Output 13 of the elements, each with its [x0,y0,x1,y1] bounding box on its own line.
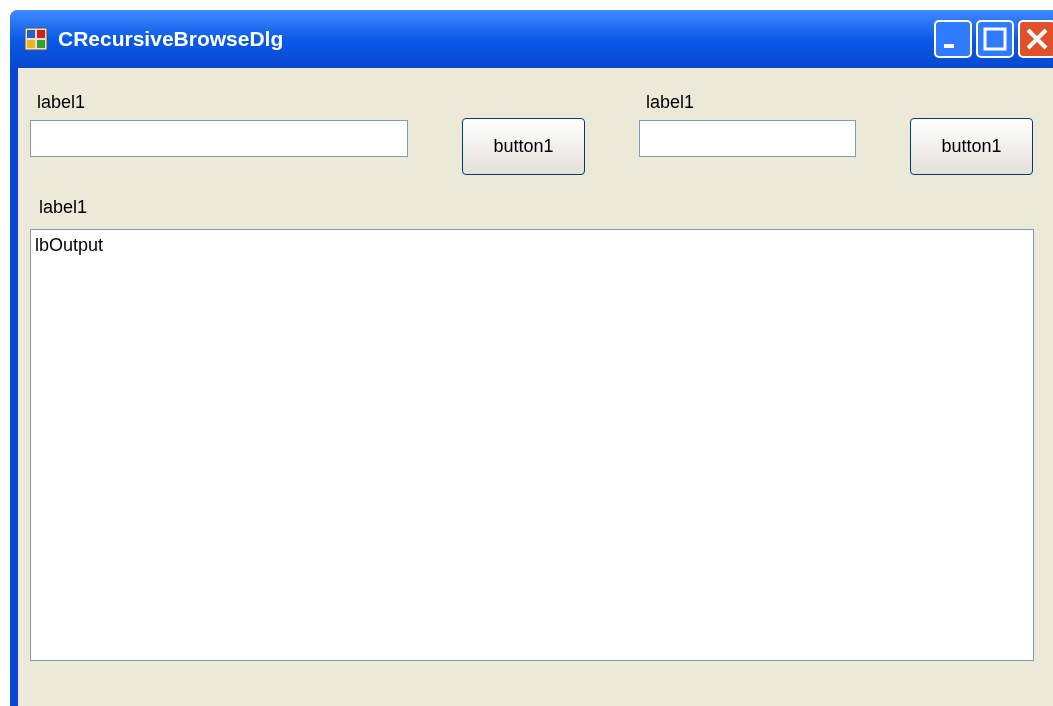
maximize-icon[interactable] [976,20,1014,58]
text-input[interactable] [30,120,408,157]
push-button[interactable]: button1 [462,118,585,175]
close-icon[interactable] [1018,20,1053,58]
minimize-icon[interactable] [934,20,972,58]
field-label: label1 [646,92,695,112]
push-button[interactable]: button1 [910,118,1033,175]
output-label: label1 [39,197,88,217]
field-label: label1 [37,92,86,112]
list-item[interactable]: lbOutput [35,234,104,256]
window-title: CRecursiveBrowseDlg [58,26,284,53]
text-input[interactable] [639,120,856,157]
app-icon [24,27,48,51]
